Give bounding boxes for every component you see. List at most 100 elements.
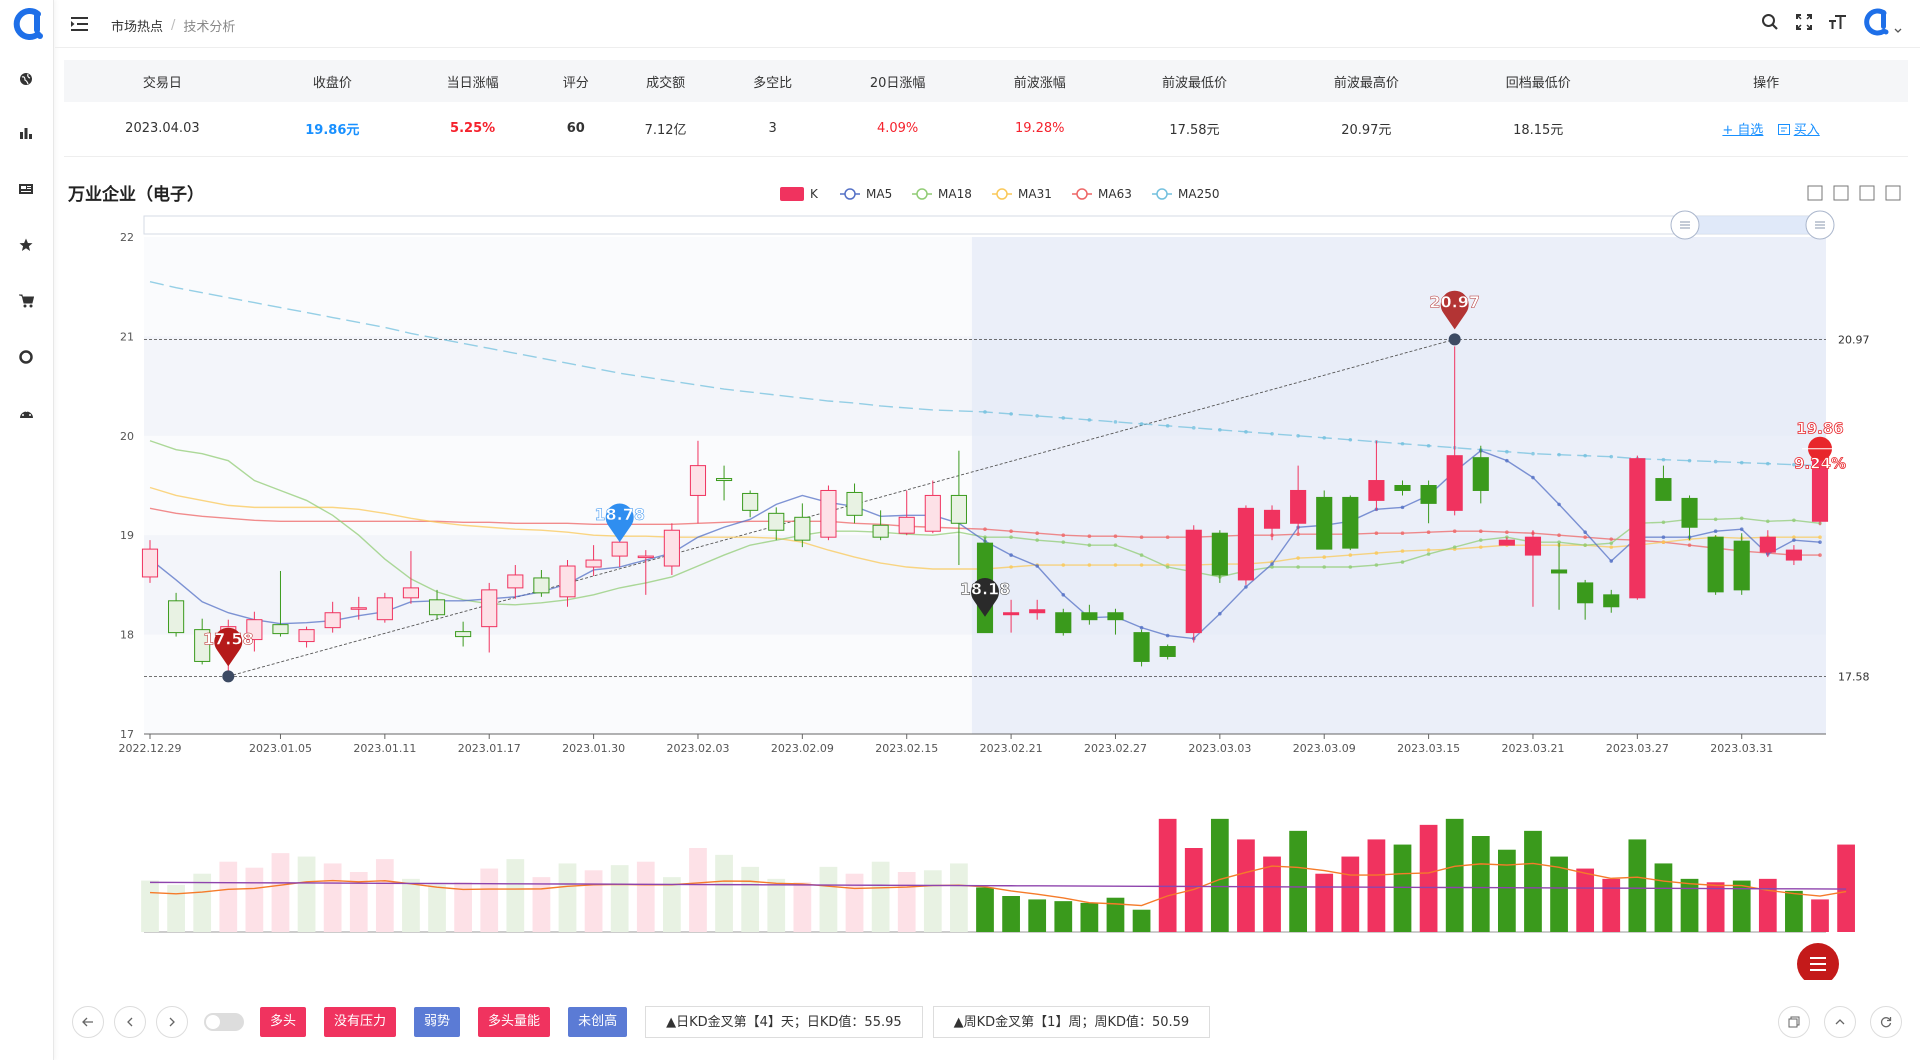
candle-body bbox=[1055, 612, 1072, 634]
x-tick-label: 2023.03.15 bbox=[1397, 742, 1460, 755]
buy-label: 买入 bbox=[1793, 123, 1820, 139]
candle-body bbox=[1290, 489, 1307, 524]
signal-tag[interactable]: 未创高 bbox=[568, 1007, 628, 1037]
ma250-line-point bbox=[1270, 432, 1274, 436]
app-logo-icon[interactable] bbox=[10, 6, 46, 42]
add-watchlist-button[interactable]: + 自选 bbox=[1722, 123, 1763, 138]
signal-tag[interactable]: 没有压力 bbox=[324, 1007, 397, 1037]
signal-tags: 多头 没有压力 弱势 多头量能 未创高 bbox=[260, 1007, 628, 1037]
ma18-line-point bbox=[1766, 519, 1770, 524]
ma18-line-point bbox=[1452, 545, 1457, 549]
volume-bar bbox=[1654, 863, 1673, 932]
ma63-line-point bbox=[1035, 531, 1039, 536]
header-cell: 当日涨幅 bbox=[403, 60, 542, 102]
ma31-line-point bbox=[1113, 563, 1118, 567]
volume-bar bbox=[1210, 818, 1229, 932]
fullscreen-icon[interactable] bbox=[1794, 10, 1814, 34]
volume-bar bbox=[689, 848, 707, 932]
breadcrumb-item-market[interactable]: 市场热点 bbox=[111, 16, 163, 35]
zoom-area-icon[interactable] bbox=[1807, 185, 1823, 201]
signal-tag[interactable]: 多头 bbox=[260, 1007, 307, 1037]
candle-body bbox=[1759, 536, 1776, 553]
candle-body bbox=[1107, 612, 1124, 621]
x-tick-label: 2023.02.21 bbox=[980, 742, 1043, 755]
display-toggle[interactable] bbox=[204, 1013, 244, 1031]
candle-body bbox=[689, 465, 707, 496]
signal-tag[interactable]: 多头量能 bbox=[478, 1007, 551, 1037]
chevron-right-icon bbox=[169, 1017, 175, 1027]
search-icon[interactable] bbox=[1760, 10, 1780, 34]
ma18-line-point bbox=[1165, 565, 1170, 569]
buy-button[interactable]: 买入 bbox=[1777, 123, 1820, 139]
top-header: 市场热点 / 技术分析 bbox=[55, 0, 1920, 48]
ma18-line-point bbox=[1739, 516, 1744, 521]
ma5-line-point bbox=[1792, 538, 1796, 542]
ma18-line-point bbox=[1426, 552, 1431, 556]
x-tick-label: 2023.02.15 bbox=[875, 742, 938, 755]
ma5-line-point bbox=[1818, 540, 1822, 544]
legend-swatch-point bbox=[1076, 188, 1088, 200]
globe-icon[interactable] bbox=[17, 70, 35, 88]
life-ring-icon[interactable] bbox=[17, 348, 35, 366]
ma18-line-point bbox=[1609, 541, 1614, 545]
ma250-line-point bbox=[1191, 426, 1196, 430]
ma63-line-point bbox=[1478, 529, 1483, 534]
ma63-line-point bbox=[1061, 533, 1066, 537]
refresh-button[interactable] bbox=[1870, 1006, 1902, 1038]
candle-body bbox=[1133, 632, 1150, 662]
signal-tag[interactable]: 弱势 bbox=[414, 1007, 461, 1037]
ma250-line-point bbox=[1113, 420, 1118, 424]
add-watchlist-label: + 自选 bbox=[1722, 123, 1764, 139]
bar-chart-icon[interactable] bbox=[17, 124, 35, 142]
x-tick-label: 2023.01.30 bbox=[562, 742, 625, 755]
candle-body bbox=[663, 529, 680, 567]
header-cell: 前波最低价 bbox=[1108, 60, 1281, 102]
copy-button[interactable] bbox=[1778, 1006, 1810, 1038]
prev-wave-change-cell: 19.28% bbox=[971, 102, 1109, 157]
ma63-line-point bbox=[1557, 533, 1561, 537]
kline-chart[interactable]: 17 18 19 20 21 22 2022.12.29 2023.01.05 2023.01.… bbox=[55, 170, 1920, 980]
font-size-icon[interactable] bbox=[1828, 10, 1848, 34]
ma31-line-point bbox=[1322, 555, 1327, 559]
close-price-cell: 19.86元 bbox=[260, 102, 404, 157]
user-avatar-icon[interactable] bbox=[1862, 8, 1902, 36]
next-button[interactable] bbox=[156, 1006, 188, 1038]
x-tick-label: 2023.01.17 bbox=[458, 742, 521, 755]
price-pin-label: 18.78 bbox=[594, 505, 645, 524]
daily-change-cell: 5.25% bbox=[403, 102, 542, 157]
current-change-label: 9.24% bbox=[1794, 455, 1846, 473]
ma31-line-point bbox=[1374, 551, 1379, 555]
candle-body bbox=[168, 600, 185, 634]
candle-body bbox=[950, 494, 967, 524]
star-icon[interactable] bbox=[17, 236, 35, 254]
zoom-slider-track bbox=[143, 215, 1827, 235]
menu-toggle-icon[interactable] bbox=[71, 16, 89, 32]
ma250-line-point bbox=[983, 410, 987, 414]
candle-body bbox=[481, 589, 498, 628]
stats-table: 交易日 收盘价 当日涨幅 评分 成交额 多空比 20日涨幅 前波涨幅 前波最低价… bbox=[64, 60, 1908, 157]
save-image-icon[interactable] bbox=[1885, 185, 1901, 201]
zoom-reset-icon[interactable] bbox=[1833, 185, 1849, 201]
ma63-line-point bbox=[1452, 529, 1457, 534]
ma250-line-point bbox=[1661, 457, 1666, 462]
floating-menu-button[interactable] bbox=[1797, 943, 1839, 980]
ma5-line-point bbox=[1165, 633, 1170, 638]
restore-icon[interactable] bbox=[1859, 185, 1875, 201]
candle-body bbox=[1159, 646, 1176, 657]
ma250-line-point bbox=[1296, 434, 1300, 438]
ma31-line-point bbox=[1296, 556, 1300, 560]
cart-icon[interactable] bbox=[17, 292, 35, 310]
candle-body bbox=[376, 597, 393, 621]
ma5-line-point bbox=[1400, 505, 1405, 510]
volume-bar bbox=[1837, 844, 1855, 932]
volume-bar bbox=[1524, 830, 1542, 932]
back-button[interactable] bbox=[72, 1006, 104, 1038]
ma31-line-point bbox=[1478, 545, 1483, 549]
ma63-line-point bbox=[1400, 531, 1405, 536]
scroll-top-button[interactable] bbox=[1824, 1006, 1856, 1038]
volume-bar bbox=[1419, 824, 1438, 932]
dashboard-icon[interactable] bbox=[17, 404, 35, 422]
ma5-line-point bbox=[1270, 562, 1274, 566]
prev-button[interactable] bbox=[114, 1006, 146, 1038]
news-icon[interactable] bbox=[17, 180, 35, 198]
